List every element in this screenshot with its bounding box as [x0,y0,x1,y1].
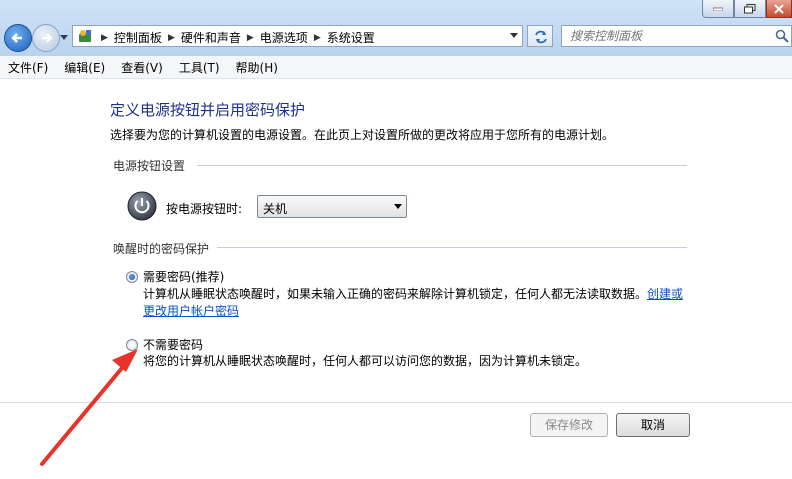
annotation-arrow [40,349,138,466]
